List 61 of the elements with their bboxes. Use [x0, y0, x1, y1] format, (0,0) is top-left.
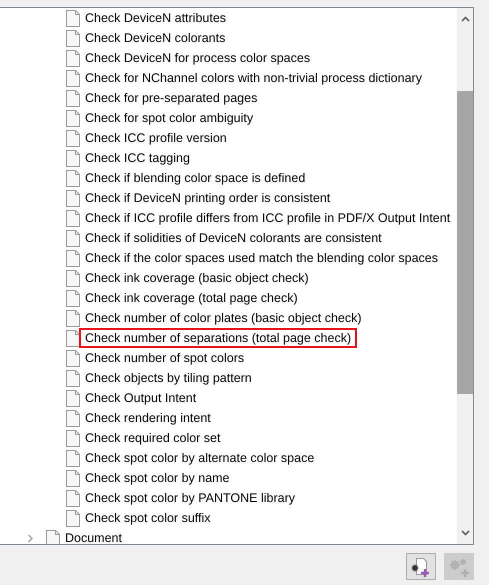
scroll-up-icon[interactable]	[460, 16, 470, 22]
document-icon	[66, 130, 80, 146]
document-icon	[66, 10, 80, 26]
tree-item[interactable]: Check if DeviceN printing order is consistent	[79, 188, 336, 208]
gears-plus-icon	[447, 556, 471, 576]
document-icon	[66, 230, 80, 246]
document-icon	[66, 390, 80, 406]
document-icon	[66, 250, 80, 266]
tree-item[interactable]: Check number of color plates (basic object check)	[79, 308, 368, 328]
document-icon	[66, 110, 80, 126]
chevron-icon[interactable]	[26, 534, 35, 542]
tree-item[interactable]: Check number of spot colors	[79, 348, 250, 368]
tree-item[interactable]: Check DeviceN attributes	[79, 8, 232, 28]
document-icon	[66, 430, 80, 446]
tree-item[interactable]: Check spot color by name	[79, 468, 236, 488]
scrollbar[interactable]	[457, 8, 473, 544]
document-icon	[66, 170, 80, 186]
document-icon	[66, 410, 80, 426]
tree-item[interactable]: Check ink coverage (total page check)	[79, 288, 304, 308]
document-icon	[66, 310, 80, 326]
tree-item[interactable]: Check if the color spaces used match the blending color spaces	[79, 248, 444, 268]
document-icon	[66, 490, 80, 506]
tree-item[interactable]: Check for NChannel colors with non-trivial process dictionary	[79, 68, 428, 88]
document-icon	[66, 190, 80, 206]
tree-item[interactable]: Check for spot color ambiguity	[79, 108, 260, 128]
tree-item[interactable]: Check ICC tagging	[79, 148, 196, 168]
tree-item[interactable]: Check if ICC profile differs from ICC profile in PDF/X Output Intent	[79, 208, 456, 228]
tree-item[interactable]: Check DeviceN for process color spaces	[79, 48, 316, 68]
tree-item[interactable]: Check ICC profile version	[79, 128, 233, 148]
tree-item[interactable]: Check spot color by PANTONE library	[79, 488, 302, 508]
document-icon	[66, 70, 80, 86]
document-icon	[66, 450, 80, 466]
document-icon	[66, 90, 80, 106]
tree-item[interactable]: Check objects by tiling pattern	[79, 368, 258, 388]
scrollbar-thumb[interactable]	[457, 91, 473, 394]
tree-item[interactable]: Check number of separations (total page check)	[79, 328, 358, 348]
document-icon	[66, 350, 80, 366]
add-button[interactable]	[406, 553, 436, 580]
document-icon	[66, 50, 80, 66]
tree-item[interactable]: Check Output Intent	[79, 388, 202, 408]
tree-item[interactable]: Check DeviceN colorants	[79, 28, 232, 48]
tree-item[interactable]: Document	[59, 528, 128, 544]
tree-item[interactable]: Check required color set	[79, 428, 226, 448]
document-icon	[66, 150, 80, 166]
document-icon	[66, 510, 80, 526]
document-icon	[66, 210, 80, 226]
scroll-down-icon[interactable]	[460, 530, 470, 536]
document-icon	[66, 470, 80, 486]
tree-item[interactable]: Check spot color suffix	[79, 508, 217, 528]
tree-item[interactable]: Check ink coverage (basic object check)	[79, 268, 315, 288]
document-icon	[66, 270, 80, 286]
tree-item[interactable]: Check if solidities of DeviceN colorants are consistent	[79, 228, 388, 248]
tree-item[interactable]: Check spot color by alternate color space	[79, 448, 320, 468]
document-icon	[66, 30, 80, 46]
document-icon	[66, 330, 80, 346]
tree-item[interactable]: Check if blending color space is defined	[79, 168, 312, 188]
document-icon	[66, 370, 80, 386]
add-page-gear-icon	[410, 556, 432, 576]
tree-item[interactable]: Check rendering intent	[79, 408, 217, 428]
tree-item[interactable]: Check for pre-separated pages	[79, 88, 264, 108]
document-icon	[66, 290, 80, 306]
